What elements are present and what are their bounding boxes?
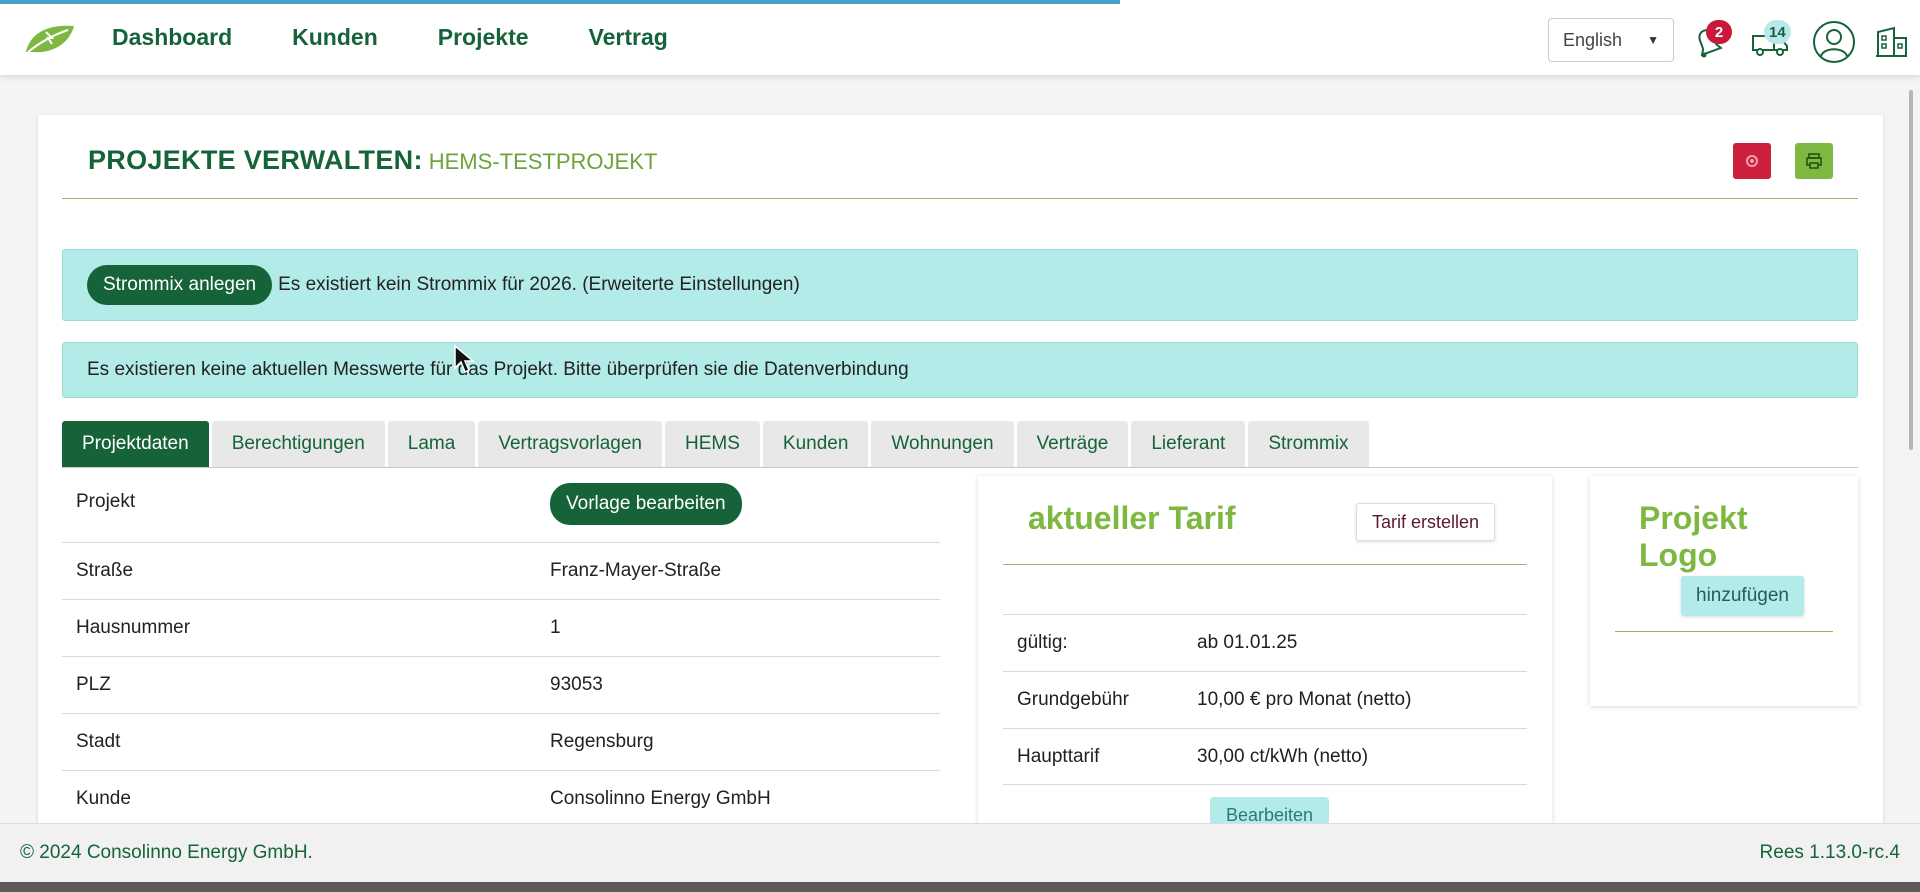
tariff-row: Haupttarif 30,00 ct/kWh (netto) xyxy=(1003,728,1527,785)
bottom-strip xyxy=(0,882,1920,892)
table-row: Kunde Consolinno Energy GmbH xyxy=(62,771,940,828)
loading-bar xyxy=(0,0,1120,4)
row-label: PLZ xyxy=(76,674,111,695)
tab-hems[interactable]: HEMS xyxy=(664,421,760,467)
nav-kunden[interactable]: Kunden xyxy=(292,24,378,51)
footer-version: Rees 1.13.0-rc.4 xyxy=(1759,842,1900,863)
language-value: English xyxy=(1563,29,1623,50)
project-logo-title: Projekt Logo xyxy=(1639,500,1748,573)
row-label: Kunde xyxy=(76,788,131,809)
building-icon[interactable] xyxy=(1872,22,1912,62)
tab-kunden[interactable]: Kunden xyxy=(762,421,869,467)
tariff-row-value: 30,00 ct/kWh (netto) xyxy=(1197,745,1369,767)
logo-leaf-icon[interactable] xyxy=(24,22,76,56)
language-select[interactable]: English ▼ xyxy=(1548,18,1674,62)
row-value: 1 xyxy=(550,617,561,638)
row-value: Regensburg xyxy=(550,731,654,752)
add-logo-button[interactable]: hinzufügen xyxy=(1681,576,1804,616)
nav-vertrag[interactable]: Vertrag xyxy=(589,24,668,51)
settings-button[interactable] xyxy=(1733,143,1771,179)
logo-divider xyxy=(1615,631,1833,632)
footer-copyright: © 2024 Consolinno Energy GmbH. xyxy=(20,842,313,863)
gear-icon xyxy=(1746,155,1758,167)
top-navbar: Dashboard Kunden Projekte Vertrag Englis… xyxy=(0,0,1920,75)
row-value: 93053 xyxy=(550,674,603,695)
page-title-main: PROJEKTE VERWALTEN: xyxy=(88,145,423,175)
create-tariff-button[interactable]: Tarif erstellen xyxy=(1356,503,1496,541)
table-row: Stadt Regensburg xyxy=(62,714,940,771)
tab-lama[interactable]: Lama xyxy=(387,421,476,467)
strommix-create-button[interactable]: Strommix anlegen xyxy=(87,265,273,305)
tariff-row-label: Grundgebühr xyxy=(1017,689,1129,710)
page-scrollbar[interactable] xyxy=(1906,80,1916,452)
tab-projektdaten[interactable]: Projektdaten xyxy=(62,421,209,467)
messwerte-alert: Es existieren keine aktuellen Messwerte … xyxy=(62,342,1858,398)
row-value: Consolinno Energy GmbH xyxy=(550,788,771,809)
tariff-title: aktueller Tarif xyxy=(1028,500,1236,536)
tab-lieferant[interactable]: Lieferant xyxy=(1131,421,1246,467)
strommix-alert: Strommix anlegen Es existiert kein Strom… xyxy=(62,249,1858,321)
edit-template-button[interactable]: Vorlage bearbeiten xyxy=(550,483,742,525)
notification-badge: 2 xyxy=(1706,20,1732,44)
project-logo-panel: Projekt Logo hinzufügen xyxy=(1590,476,1858,706)
tariff-divider xyxy=(1003,564,1527,565)
table-row: PLZ 93053 xyxy=(62,657,940,714)
table-row: Hausnummer 1 xyxy=(62,600,940,657)
scrollbar-thumb[interactable] xyxy=(1909,90,1913,450)
tab-berechtigungen[interactable]: Berechtigungen xyxy=(211,421,385,467)
tariff-row-value: ab 01.01.25 xyxy=(1197,632,1298,653)
tab-strommix[interactable]: Strommix xyxy=(1248,421,1369,467)
nav-dashboard[interactable]: Dashboard xyxy=(112,24,232,51)
main-nav: Dashboard Kunden Projekte Vertrag xyxy=(112,24,668,51)
project-card: PROJEKTE VERWALTEN: HEMS-TESTPROJEKT Str… xyxy=(38,115,1883,835)
strommix-alert-text: Es existiert kein Strommix für 2026. (Er… xyxy=(278,274,800,295)
page-title: PROJEKTE VERWALTEN: HEMS-TESTPROJEKT xyxy=(88,145,657,176)
mouse-cursor-icon xyxy=(454,344,475,374)
row-label: Projekt xyxy=(76,491,136,512)
row-label: Stadt xyxy=(76,731,121,752)
table-row: Projekt Vorlage bearbeiten xyxy=(62,473,940,543)
user-avatar-icon[interactable] xyxy=(1812,20,1856,64)
footer: © 2024 Consolinno Energy GmbH. Rees 1.13… xyxy=(0,823,1920,882)
tabs-divider xyxy=(62,467,1858,468)
tariff-row: gültig: ab 01.01.25 xyxy=(1003,614,1527,671)
table-row: Straße Franz-Mayer-Straße xyxy=(62,543,940,600)
row-value: Franz-Mayer-Straße xyxy=(550,560,722,581)
page-title-project: HEMS-TESTPROJEKT xyxy=(428,149,658,174)
printer-icon xyxy=(1806,153,1822,169)
messwerte-alert-text: Es existieren keine aktuellen Messwerte … xyxy=(87,359,909,380)
messages-badge: 14 xyxy=(1764,20,1791,44)
chevron-down-icon: ▼ xyxy=(1647,33,1659,47)
nav-projekte[interactable]: Projekte xyxy=(438,24,529,51)
tab-vertraege[interactable]: Verträge xyxy=(1016,421,1129,467)
tab-wohnungen[interactable]: Wohnungen xyxy=(871,421,1014,467)
project-tabs: Projektdaten Berechtigungen Lama Vertrag… xyxy=(62,421,1369,467)
tariff-row-value: 10,00 € pro Monat (netto) xyxy=(1197,689,1412,710)
current-tariff-panel: aktueller Tarif Tarif erstellen gültig: … xyxy=(978,476,1552,835)
tariff-row-label: Haupttarif xyxy=(1017,745,1100,767)
title-divider xyxy=(62,198,1858,199)
print-button[interactable] xyxy=(1795,143,1833,179)
tab-vertragsvorlagen[interactable]: Vertragsvorlagen xyxy=(478,421,662,467)
row-label: Straße xyxy=(76,560,134,581)
tariff-row-label: gültig: xyxy=(1017,632,1068,653)
row-label: Hausnummer xyxy=(76,617,191,638)
project-data-table: Projekt Vorlage bearbeiten Straße Franz-… xyxy=(62,473,940,828)
tariff-row: Grundgebühr 10,00 € pro Monat (netto) xyxy=(1003,671,1527,728)
